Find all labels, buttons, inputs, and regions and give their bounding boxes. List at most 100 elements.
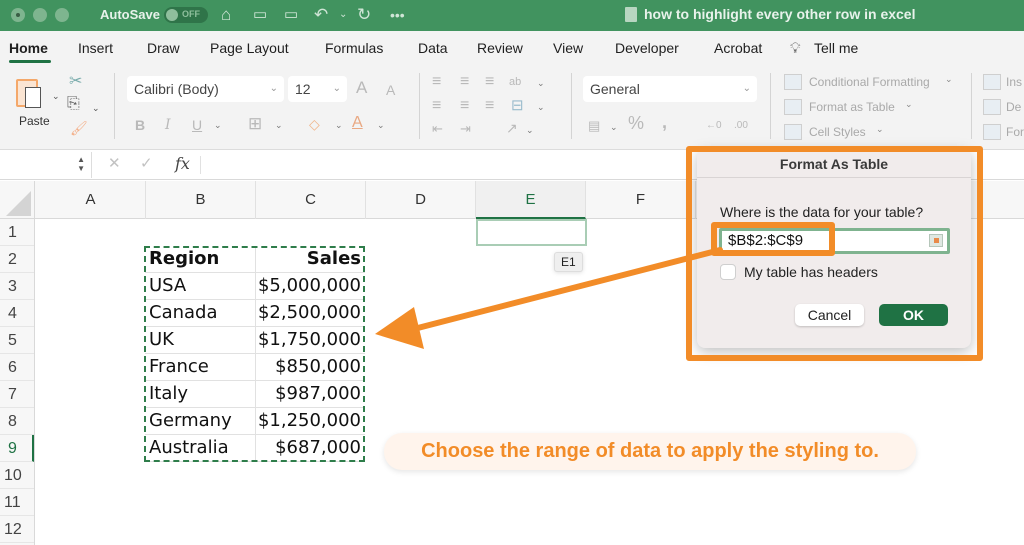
wrap-text-icon[interactable]: ab	[509, 73, 521, 91]
home-icon[interactable]: ⌂	[221, 4, 231, 26]
row-header-5[interactable]: 5	[0, 327, 34, 354]
align-middle-icon[interactable]: ≡	[460, 73, 469, 91]
decrease-font-icon[interactable]: A	[386, 81, 395, 99]
maximize-window-button[interactable]	[55, 8, 69, 22]
row-header-6[interactable]: 6	[0, 354, 34, 381]
insert-cells-icon	[983, 74, 1001, 90]
wrap-dropdown-icon[interactable]: ⌄	[537, 74, 545, 92]
number-format-select[interactable]: General ⌄	[583, 76, 757, 102]
row-header-2[interactable]: 2	[0, 246, 34, 273]
cell-styles-button[interactable]: Cell Styles	[809, 125, 866, 139]
paste-button-label[interactable]: Paste	[19, 114, 50, 128]
minimize-window-button[interactable]	[33, 8, 47, 22]
conditional-formatting-icon	[784, 74, 802, 90]
row-header-11[interactable]: 11	[0, 489, 34, 516]
column-header-b[interactable]: B	[146, 181, 256, 219]
tab-acrobat[interactable]: Acrobat	[714, 40, 762, 56]
align-center-icon[interactable]: ≡	[460, 97, 469, 115]
font-color-dropdown-icon[interactable]: ⌄	[377, 116, 385, 134]
decrease-decimal-icon[interactable]: .00	[734, 117, 748, 135]
conditional-formatting-dropdown-icon[interactable]: ⌄	[945, 74, 953, 85]
row-header-12[interactable]: 12	[0, 516, 34, 543]
tab-home[interactable]: Home	[9, 40, 48, 56]
increase-indent-icon[interactable]: ⇥	[460, 120, 471, 138]
italic-icon[interactable]: I	[165, 116, 171, 134]
row-header-8[interactable]: 8	[0, 408, 34, 435]
paste-dropdown-icon[interactable]: ⌄	[52, 87, 60, 105]
align-right-icon[interactable]: ≡	[485, 97, 494, 115]
column-header-e[interactable]: E	[476, 181, 586, 219]
copy-icon[interactable]: ⎘	[67, 95, 80, 113]
format-as-table-dropdown-icon[interactable]: ⌄	[905, 99, 913, 110]
undo-icon[interactable]: ↶	[314, 4, 328, 26]
active-cell-e1[interactable]	[476, 219, 587, 246]
merge-center-icon[interactable]: ⊟	[511, 97, 524, 115]
copy-dropdown-icon[interactable]: ⌄	[92, 99, 100, 117]
save-as-icon[interactable]: ▭	[284, 4, 298, 26]
cell-styles-dropdown-icon[interactable]: ⌄	[876, 124, 884, 135]
row-header-3[interactable]: 3	[0, 273, 34, 300]
conditional-formatting-button[interactable]: Conditional Formatting	[809, 75, 930, 89]
borders-dropdown-icon[interactable]: ⌄	[275, 116, 283, 134]
ribbon-divider	[971, 73, 972, 139]
confirm-entry-icon[interactable]: ✓	[140, 154, 153, 172]
format-painter-icon[interactable]: 🖌︎	[70, 119, 88, 137]
underline-dropdown-icon[interactable]: ⌄	[214, 116, 222, 134]
tab-page-layout[interactable]: Page Layout	[210, 40, 289, 56]
column-header-a[interactable]: A	[36, 181, 146, 219]
insert-cells-button[interactable]: Ins	[1006, 75, 1022, 89]
row-header-9[interactable]: 9	[0, 435, 34, 462]
fill-color-icon[interactable]: ◇	[309, 115, 320, 133]
autosave-toggle[interactable]: OFF	[164, 7, 208, 23]
column-header-d[interactable]: D	[366, 181, 476, 219]
tab-developer[interactable]: Developer	[615, 40, 679, 56]
underline-icon[interactable]: U	[192, 116, 202, 134]
more-icon[interactable]: •••	[390, 4, 405, 26]
fill-color-dropdown-icon[interactable]: ⌄	[335, 116, 343, 134]
row-header-4[interactable]: 4	[0, 300, 34, 327]
merge-dropdown-icon[interactable]: ⌄	[537, 98, 545, 116]
redo-icon[interactable]: ↻	[357, 4, 371, 26]
align-top-icon[interactable]: ≡	[432, 73, 441, 91]
tab-insert[interactable]: Insert	[78, 40, 113, 56]
row-header-1[interactable]: 1	[0, 219, 34, 246]
decrease-indent-icon[interactable]: ⇤	[432, 120, 443, 138]
column-header-c[interactable]: C	[256, 181, 366, 219]
accounting-format-icon[interactable]: ▤	[588, 117, 600, 135]
name-box-stepper-icon[interactable]: ▲ ▼	[77, 155, 85, 173]
font-name-select[interactable]: Calibri (Body) ⌄	[127, 76, 284, 102]
delete-cells-button[interactable]: De	[1006, 100, 1021, 114]
tab-formulas[interactable]: Formulas	[325, 40, 383, 56]
accounting-dropdown-icon[interactable]: ⌄	[610, 118, 618, 136]
borders-icon[interactable]: ⊞	[248, 115, 262, 133]
insert-function-button[interactable]: fx	[175, 154, 190, 173]
column-header-f[interactable]: F	[586, 181, 696, 219]
comma-style-icon[interactable]: ,	[662, 113, 667, 131]
format-as-table-button[interactable]: Format as Table	[809, 100, 895, 114]
tab-view[interactable]: View	[553, 40, 583, 56]
cancel-entry-icon[interactable]: ✕	[108, 154, 121, 172]
font-size-select[interactable]: 12 ⌄	[288, 76, 347, 102]
tell-me-search[interactable]: Tell me	[814, 40, 858, 56]
undo-dropdown-icon[interactable]: ⌄	[339, 4, 347, 26]
select-all-button[interactable]	[0, 181, 35, 219]
font-color-icon[interactable]: A	[352, 114, 363, 132]
align-left-icon[interactable]: ≡	[432, 97, 441, 115]
percent-style-icon[interactable]: %	[628, 114, 644, 132]
cut-icon[interactable]: ✂	[69, 73, 82, 91]
name-box[interactable]: ▲ ▼	[0, 152, 92, 178]
bold-icon[interactable]: B	[135, 116, 145, 134]
format-cells-button[interactable]: For	[1006, 125, 1024, 139]
row-header-10[interactable]: 10	[0, 462, 34, 489]
increase-decimal-icon[interactable]: ←0	[706, 117, 722, 135]
increase-font-icon[interactable]: A	[356, 79, 367, 97]
orientation-icon[interactable]: ↗	[506, 119, 518, 137]
tab-review[interactable]: Review	[477, 40, 523, 56]
row-header-7[interactable]: 7	[0, 381, 34, 408]
tab-draw[interactable]: Draw	[147, 40, 180, 56]
save-icon[interactable]: ▭	[253, 4, 267, 26]
close-window-button[interactable]	[11, 8, 25, 22]
align-bottom-icon[interactable]: ≡	[485, 73, 494, 91]
tab-data[interactable]: Data	[418, 40, 448, 56]
orientation-dropdown-icon[interactable]: ⌄	[526, 121, 534, 139]
